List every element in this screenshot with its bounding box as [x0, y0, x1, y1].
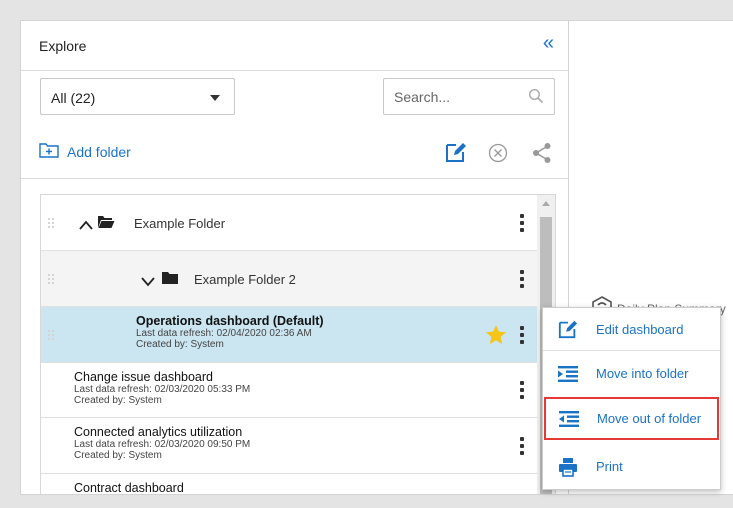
dashboard-row-selected[interactable]: Operations dashboard (Default) Last data…	[41, 307, 538, 363]
add-folder-button[interactable]: Add folder	[39, 141, 131, 163]
dashboard-title: Contract dashboard	[74, 481, 184, 495]
dashboard-refresh: Last data refresh: 02/03/2020 05:33 PM	[74, 384, 251, 395]
tree-folder-row[interactable]: Example Folder	[41, 195, 538, 251]
share-icon[interactable]	[531, 142, 553, 169]
dashboard-title: Change issue dashboard	[74, 370, 213, 384]
star-icon[interactable]	[485, 324, 507, 350]
indent-icon	[555, 365, 581, 382]
add-folder-label: Add folder	[67, 144, 131, 160]
caret-down-icon	[210, 95, 220, 101]
folder-name: Example Folder 2	[194, 272, 296, 287]
dashboard-info: Operations dashboard (Default) Last data…	[136, 314, 324, 350]
dashboard-created: Created by: System	[74, 450, 162, 461]
search-icon[interactable]	[528, 88, 544, 109]
kebab-menu-icon[interactable]	[520, 381, 524, 399]
menu-item-label: Move into folder	[596, 366, 689, 381]
dashboard-title: Connected analytics utilization	[74, 425, 243, 439]
dashboard-refresh: Last data refresh: 02/03/2020 09:50 PM	[74, 439, 251, 450]
search-input[interactable]	[394, 87, 514, 107]
scroll-up-icon[interactable]	[542, 201, 550, 206]
filter-selected-value: All (22)	[51, 90, 96, 106]
dashboard-created: Created by: System	[74, 395, 162, 406]
drag-handle-icon[interactable]	[47, 216, 55, 229]
filter-dropdown[interactable]: All (22)	[40, 78, 235, 115]
explore-panel: Explore « All (22) Add folder	[21, 21, 569, 495]
drag-handle-icon[interactable]	[47, 272, 55, 285]
panel-title: Explore	[39, 38, 87, 54]
kebab-menu-icon[interactable]	[520, 269, 524, 288]
folder-name: Example Folder	[134, 216, 226, 231]
drag-handle-icon[interactable]	[47, 328, 55, 341]
menu-item-label: Move out of folder	[597, 411, 702, 426]
tree-folder-row[interactable]: Example Folder 2	[41, 251, 538, 307]
clear-icon[interactable]	[488, 143, 508, 168]
folder-icon	[161, 271, 179, 290]
dashboard-info: Contract dashboard	[74, 481, 184, 495]
dashboard-refresh: Last data refresh: 02/04/2020 02:36 AM	[136, 328, 312, 339]
menu-item-edit-dashboard[interactable]: Edit dashboard	[543, 308, 720, 351]
toolbar: Add folder	[21, 131, 568, 179]
context-menu: Edit dashboard Move into folder Move out…	[542, 307, 721, 490]
chevron-up-icon[interactable]	[79, 217, 93, 235]
menu-item-label: Print	[596, 459, 623, 474]
dashboard-row[interactable]: Change issue dashboard Last data refresh…	[41, 363, 538, 418]
double-chevron-left-icon[interactable]: «	[543, 33, 554, 53]
dashboard-info: Change issue dashboard Last data refresh…	[74, 370, 250, 406]
dashboard-info: Connected analytics utilization Last dat…	[74, 425, 250, 461]
kebab-menu-icon[interactable]	[520, 213, 524, 232]
menu-item-label: Edit dashboard	[596, 321, 684, 337]
search-box[interactable]	[383, 78, 555, 115]
menu-item-move-out-of-folder[interactable]: Move out of folder	[544, 397, 719, 440]
dashboard-title: Operations dashboard (Default)	[136, 314, 324, 328]
kebab-menu-icon[interactable]	[520, 436, 524, 455]
add-folder-icon	[39, 142, 59, 163]
dashboard-created: Created by: System	[136, 339, 224, 350]
outdent-icon	[556, 410, 582, 427]
edit-icon	[555, 319, 581, 339]
edit-icon[interactable]	[445, 141, 467, 168]
menu-item-print[interactable]: Print	[543, 445, 720, 488]
dashboard-tree: Example Folder Example Folder 2 Operatio…	[40, 194, 556, 495]
kebab-menu-icon[interactable]	[520, 325, 524, 344]
chevron-down-icon[interactable]	[141, 274, 155, 292]
printer-icon	[555, 457, 581, 477]
panel-header: Explore «	[21, 21, 568, 71]
dashboard-row[interactable]: Contract dashboard	[41, 474, 538, 495]
folder-open-icon	[97, 215, 115, 234]
menu-item-move-into-folder[interactable]: Move into folder	[543, 352, 720, 395]
dashboard-row[interactable]: Connected analytics utilization Last dat…	[41, 418, 538, 474]
